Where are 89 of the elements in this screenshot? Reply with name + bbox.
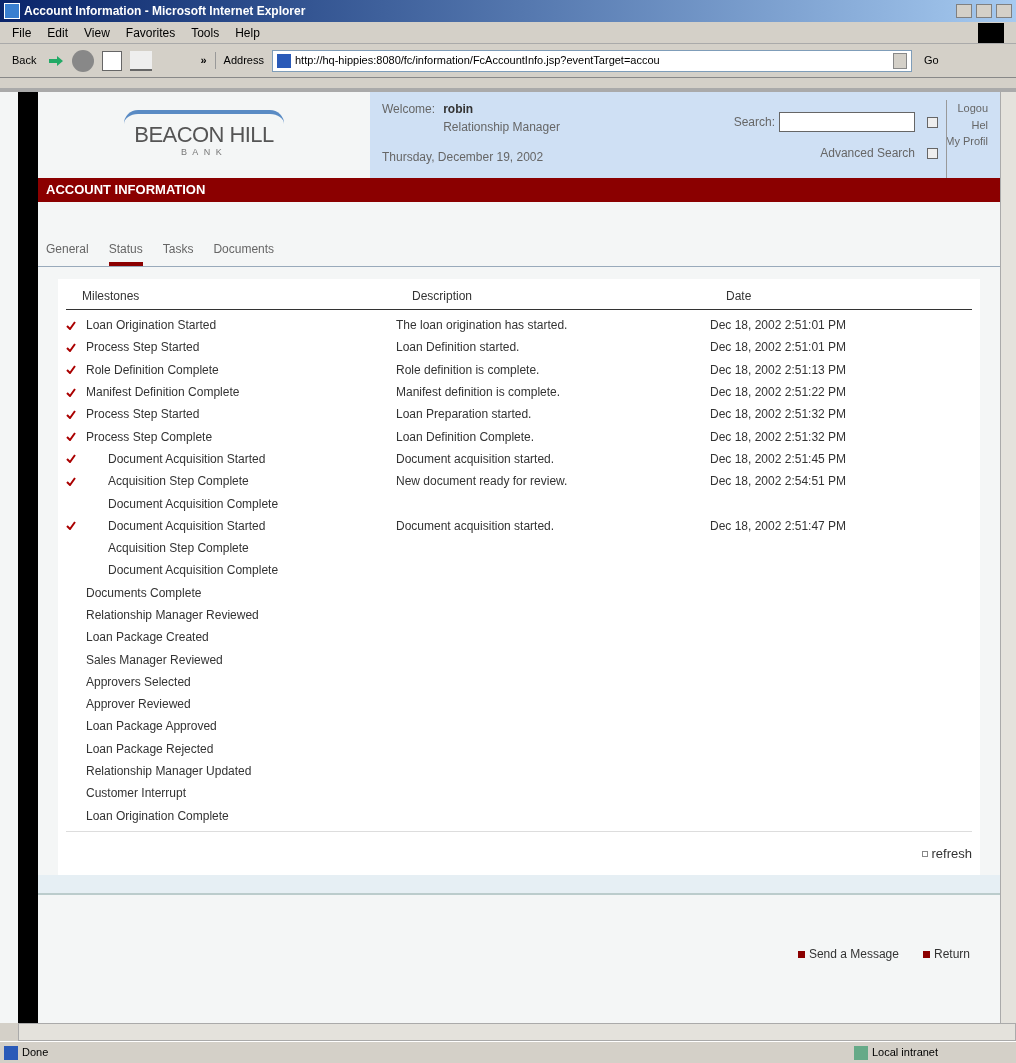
milestone-cell-text: Acquisition Step Complete <box>107 473 249 491</box>
milestone-cell-text: Document Acquisition Complete <box>107 495 279 513</box>
date-cell-text: Dec 18, 2002 2:51:47 PM <box>710 517 848 535</box>
window-title: Account Information - Microsoft Internet Explorer <box>24 3 306 20</box>
milestone-cell-text: Process Step Complete <box>86 428 213 446</box>
column-header: Milestones <box>82 288 141 305</box>
menu-item[interactable]: Tools <box>191 23 220 42</box>
search-field[interactable] <box>779 112 915 132</box>
go-button[interactable]: Go <box>923 52 939 69</box>
address-label: Address <box>214 52 264 69</box>
go-icon[interactable] <box>927 147 938 159</box>
milestone-cell-text: Loan Package Rejected <box>86 740 214 758</box>
header-link[interactable]: Hel <box>971 116 988 133</box>
close-button[interactable] <box>996 4 1012 18</box>
advanced-search-link[interactable]: Advanced Search <box>820 144 915 162</box>
refresh-bullet-icon <box>921 850 928 857</box>
date-cell-text: Dec 18, 2002 2:51:32 PM <box>710 406 848 424</box>
column-header: Description <box>412 288 474 305</box>
description-cell-text: The loan origination has started. <box>396 317 569 335</box>
tab[interactable]: Tasks <box>162 240 194 266</box>
milestone-cell-text: Documents Complete <box>86 584 202 602</box>
address-field[interactable]: http://hq-hippies:8080/fc/information/FcAccountInfo.jsp?eventTarget=accou <box>271 49 912 72</box>
date-cell-text: Dec 18, 2002 2:51:13 PM <box>710 361 848 379</box>
forward-arrow-icon[interactable] <box>48 54 65 67</box>
date-cell-text: Dec 18, 2002 2:51:01 PM <box>710 339 848 357</box>
milestone-cell-text: Role Definition Complete <box>86 361 219 379</box>
current-date: Thursday, December 19, 2002 <box>382 149 545 166</box>
milestone-cell-text: Manifest Definition Complete <box>86 384 240 402</box>
horizontal-scrollbar[interactable] <box>18 1023 1016 1041</box>
toolbar-chevron[interactable]: » <box>200 52 207 69</box>
menu-item[interactable]: Help <box>235 23 260 42</box>
milestone-cell-text: Approver Reviewed <box>86 696 191 714</box>
refresh-link[interactable]: refresh <box>931 843 972 864</box>
milestone-cell-text: Customer Interrupt <box>86 785 187 803</box>
milestone-cell-text: Loan Package Created <box>86 629 209 647</box>
logo-text: BEACON HILL <box>134 124 274 147</box>
bullet-icon <box>797 950 805 958</box>
search-label: Search: <box>733 114 775 131</box>
description-cell-text: New document ready for review. <box>396 473 569 491</box>
milestone-cell-text: Approvers Selected <box>86 673 191 691</box>
status-text: Done <box>22 1045 50 1061</box>
description-cell-text: Loan Definition started. <box>396 339 521 357</box>
minimize-button[interactable] <box>956 4 972 18</box>
tab[interactable]: Documents <box>213 240 275 266</box>
milestone-cell-text: Document Acquisition Complete <box>107 562 279 580</box>
back-button[interactable]: Back <box>8 52 41 69</box>
tab[interactable]: Status <box>108 240 143 266</box>
maximize-button[interactable] <box>976 4 992 18</box>
description-cell-text: Document acquisition started. <box>396 517 556 535</box>
logo-subtext: BANK <box>180 146 228 160</box>
description-cell-text: Manifest definition is complete. <box>396 384 562 402</box>
user-name: robin <box>443 101 475 118</box>
header-link[interactable]: Logou <box>957 100 988 117</box>
footer-link[interactable]: Return <box>933 945 970 964</box>
column-header: Date <box>726 288 753 305</box>
milestone-cell-text: Process Step Started <box>86 406 200 424</box>
vertical-scrollbar[interactable] <box>1000 92 1016 1023</box>
milestone-cell-text: Loan Origination Started <box>86 317 217 335</box>
milestone-cell-text: Relationship Manager Reviewed <box>86 607 259 624</box>
date-cell-text: Dec 18, 2002 2:51:01 PM <box>710 317 848 335</box>
milestone-cell-text: Sales Manager Reviewed <box>86 651 223 669</box>
date-cell-text: Dec 18, 2002 2:51:45 PM <box>710 450 848 468</box>
date-cell-text: Dec 18, 2002 2:51:22 PM <box>710 384 848 402</box>
header-link[interactable]: My Profil <box>947 133 988 150</box>
date-cell-text: Dec 18, 2002 2:54:51 PM <box>710 473 848 491</box>
footer-link[interactable]: Send a Message <box>808 945 899 964</box>
description-cell-text: Loan Definition Complete. <box>396 428 536 446</box>
menu-item[interactable]: Favorites <box>125 23 176 42</box>
tab[interactable]: General <box>46 240 89 266</box>
milestone-cell-text: Loan Origination Complete <box>86 807 229 825</box>
description-cell-text: Role definition is complete. <box>396 361 541 379</box>
menu-item[interactable]: File <box>12 23 32 42</box>
milestone-cell-text: Relationship Manager Updated <box>86 763 252 781</box>
milestone-cell-text: Document Acquisition Started <box>107 517 266 535</box>
page-title: ACCOUNT INFORMATION <box>46 181 206 200</box>
menu-item[interactable]: View <box>84 23 110 42</box>
milestone-cell-text: Loan Package Approved <box>86 718 217 736</box>
user-role: Relationship Manager <box>443 119 560 136</box>
milestone-cell-text: Document Acquisition Started <box>107 450 266 468</box>
zone-text: Local intranet <box>872 1045 940 1061</box>
date-cell-text: Dec 18, 2002 2:51:32 PM <box>710 428 848 446</box>
welcome-label: Welcome: <box>382 101 436 118</box>
description-cell-text: Document acquisition started. <box>396 450 556 468</box>
bullet-icon <box>922 950 930 958</box>
go-icon[interactable] <box>927 116 938 128</box>
milestone-cell-text: Acquisition Step Complete <box>107 540 249 558</box>
description-cell-text: Loan Preparation started. <box>396 406 533 424</box>
menu-item[interactable]: Edit <box>47 23 69 42</box>
milestone-cell-text: Process Step Started <box>86 339 200 357</box>
